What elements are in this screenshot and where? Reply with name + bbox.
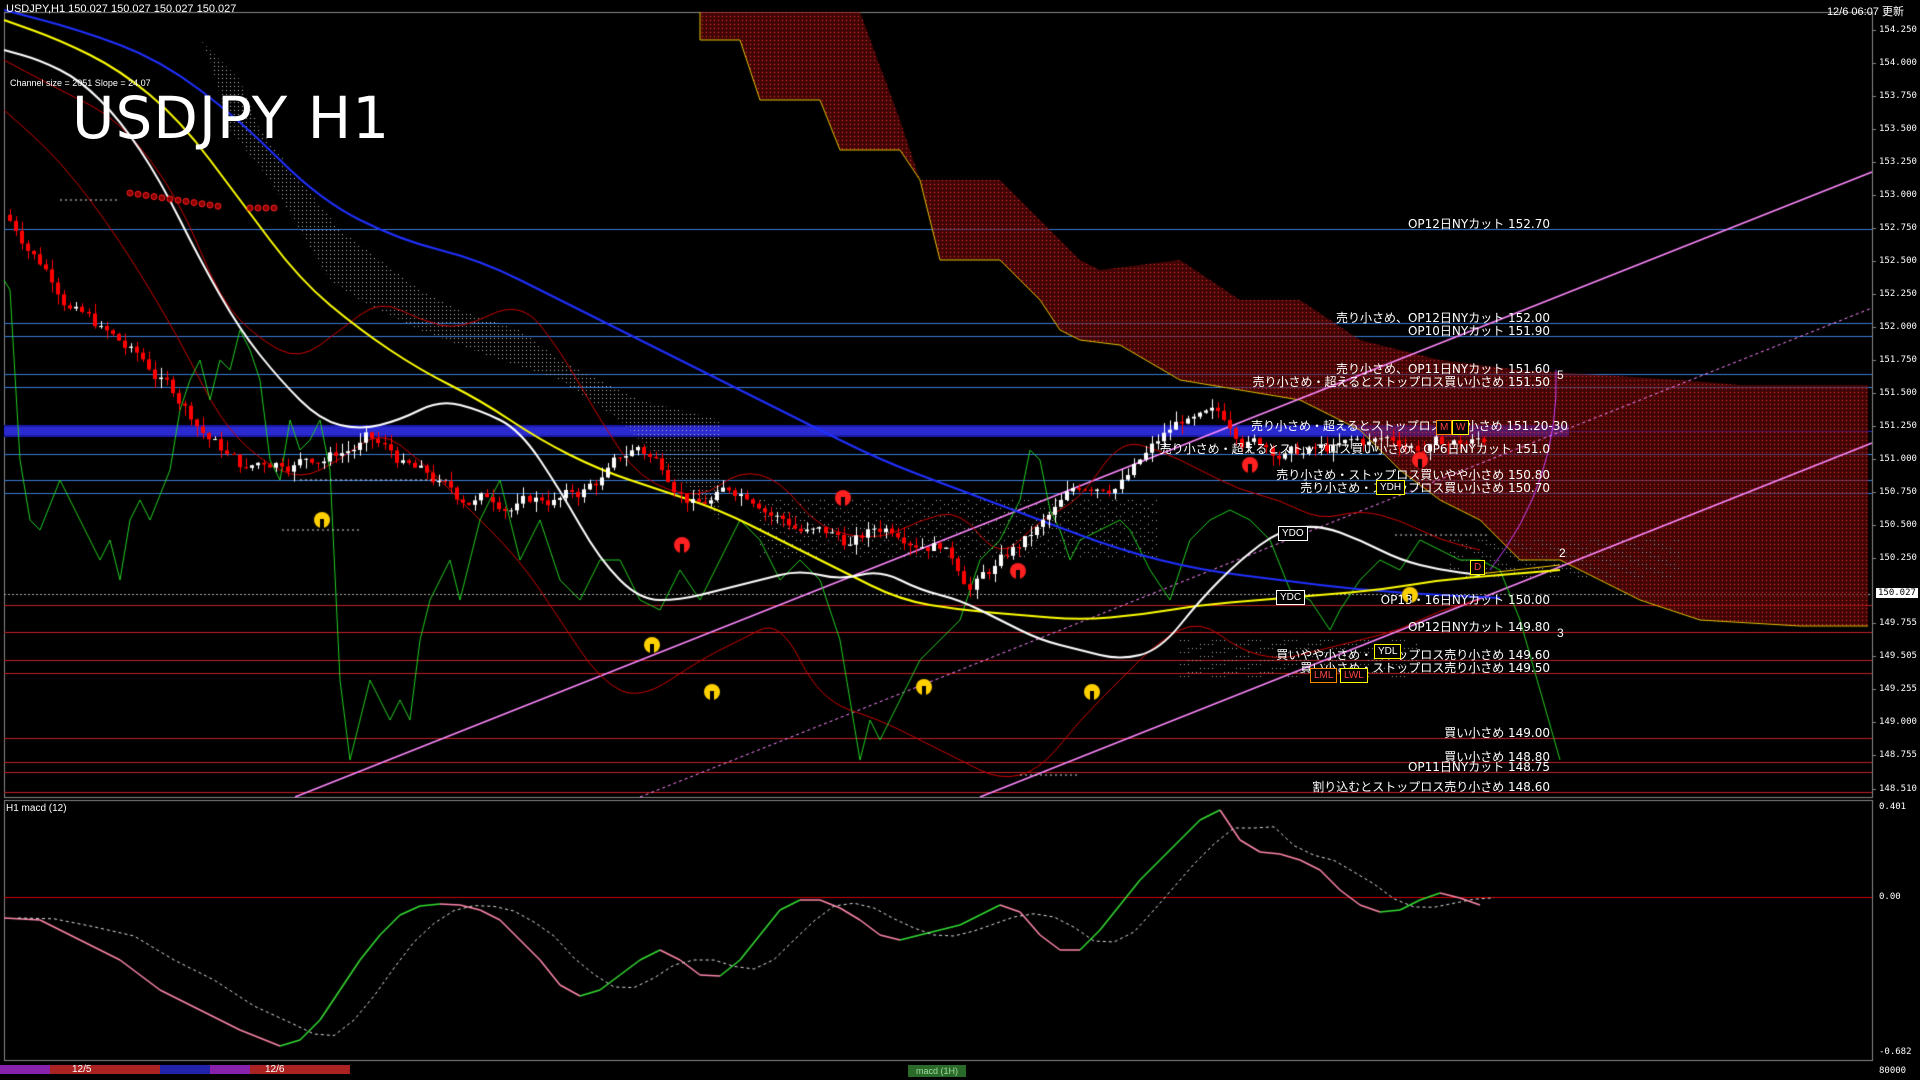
level-label: 売り小さめ・ストップロス買い小さめ 150.70: [1300, 481, 1550, 495]
price-axis-label: 150.250: [1879, 553, 1917, 563]
current-price-tag: 150.027: [1876, 588, 1918, 598]
macd-axis-zero: 0.00: [1879, 892, 1901, 902]
level-label: 買い小さめ・ストップロス売り小さめ 149.50: [1300, 661, 1550, 675]
timeline-seg: [210, 1065, 250, 1074]
symbol-info: USDJPY,H1 150.027 150.027 150.027 150.02…: [6, 3, 237, 15]
price-axis-label: 152.750: [1879, 223, 1917, 233]
price-axis-label: 149.505: [1879, 651, 1917, 661]
price-axis-label: 154.250: [1879, 25, 1917, 35]
timeline-seg: [0, 1065, 50, 1074]
box-label-ydc: YDC: [1276, 590, 1306, 605]
box-label-w: W: [1452, 420, 1470, 435]
price-axis-label: 152.000: [1879, 322, 1917, 332]
price-chart-canvas[interactable]: [0, 0, 1920, 1080]
macd-tab[interactable]: macd (1H): [908, 1065, 966, 1077]
wave-number-5: 5: [1557, 368, 1564, 382]
price-axis-label: 153.250: [1879, 157, 1917, 167]
price-axis-label: 148.755: [1879, 750, 1917, 760]
box-label-lwl: LWL: [1340, 668, 1368, 683]
price-axis-label: 152.500: [1879, 256, 1917, 266]
wave-number-3: 3: [1557, 626, 1564, 640]
wave-number-2: 2: [1559, 546, 1566, 560]
price-axis-label: 151.000: [1879, 454, 1917, 464]
price-axis-label: 150.750: [1879, 487, 1917, 497]
level-label: OP12日NYカット 152.70: [1407, 217, 1550, 231]
level-label: OP10日NYカット 151.90: [1407, 324, 1550, 338]
price-axis-label: 151.500: [1879, 388, 1917, 398]
level-label: 買い小さめ 149.00: [1444, 726, 1550, 740]
price-axis-label: 151.750: [1879, 355, 1917, 365]
price-axis-label: 153.000: [1879, 190, 1917, 200]
box-label-m: M: [1436, 420, 1453, 435]
macd-axis-bottom: -0.682: [1879, 1047, 1912, 1057]
price-axis-label: 148.510: [1879, 784, 1917, 794]
price-axis-label: 151.250: [1879, 421, 1917, 431]
box-label-ydh: YDH: [1376, 480, 1406, 495]
box-label-lml: LML: [1310, 668, 1338, 683]
macd-title: H1 macd (12): [6, 803, 67, 814]
level-label: 売り小さめ・超えるとストップロス買い小さめ、OP6日NYカット 151.0: [1159, 442, 1550, 456]
price-axis-label: 149.000: [1879, 717, 1917, 727]
timeline-seg: [160, 1065, 210, 1074]
date-label-2: 12/6: [265, 1064, 285, 1075]
price-axis-label: 150.500: [1879, 520, 1917, 530]
level-label: 割り込むとストップロス売り小さめ 148.60: [1312, 780, 1550, 794]
box-label-ydo: YDO: [1278, 526, 1308, 541]
date-label-1: 12/5: [72, 1064, 92, 1075]
level-label: 売り小さめ・超えるとストップロス買い小さめ 151.20-30: [1250, 419, 1568, 433]
level-label: OP13・16日NYカット 150.00: [1380, 593, 1550, 607]
timeline-seg: [50, 1065, 160, 1074]
price-axis-label: 149.255: [1879, 684, 1917, 694]
price-axis-label: 149.755: [1879, 618, 1917, 628]
level-label: OP11日NYカット 148.75: [1407, 760, 1550, 774]
box-label-d: D: [1470, 560, 1486, 575]
update-datetime: 12/6 06:07 更新: [1826, 6, 1904, 18]
chart-big-title: USDJPY H1: [72, 84, 391, 152]
macd-axis-top: 0.401: [1879, 802, 1907, 812]
price-axis-label: 154.000: [1879, 58, 1917, 68]
price-axis-label: 152.250: [1879, 289, 1917, 299]
box-label-ydl: YDL: [1374, 644, 1402, 659]
price-axis-label: 153.750: [1879, 91, 1917, 101]
level-label: 売り小さめ・超えるとストップロス買い小さめ 151.50: [1252, 375, 1550, 389]
level-label: OP12日NYカット 149.80: [1407, 620, 1550, 634]
macd-axis-volume: 80000: [1879, 1066, 1907, 1076]
price-axis-label: 153.500: [1879, 124, 1917, 134]
